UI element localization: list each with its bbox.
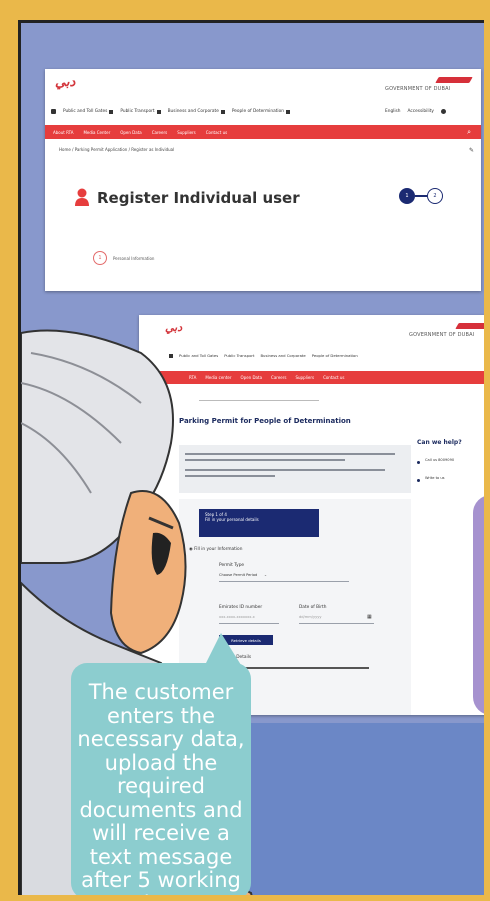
comic-panel: دبي GOVERNMENT OF DUBAI Public and Toll … [18,20,484,895]
comic-frame: دبي GOVERNMENT OF DUBAI Public and Toll … [0,0,490,901]
caption-text: The customer enters the necessary data, … [71,663,251,895]
